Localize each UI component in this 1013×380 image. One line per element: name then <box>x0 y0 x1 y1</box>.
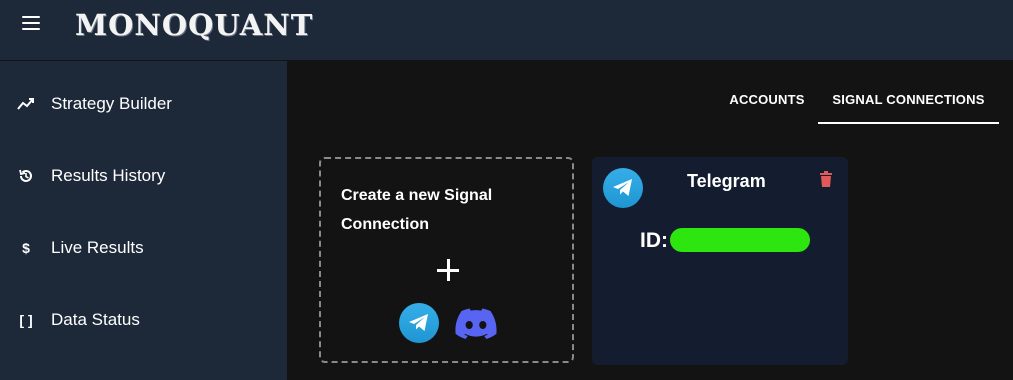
history-icon <box>17 167 35 185</box>
app-logo: MONOQUANT <box>75 8 314 42</box>
sidebar-item-label: Data Status <box>51 310 140 329</box>
hamburger-menu-icon[interactable] <box>20 14 42 36</box>
main-content: ACCOUNTS SIGNAL CONNECTIONS Create a new… <box>287 61 1013 380</box>
create-card-title: Create a new Signal Connection <box>341 187 493 233</box>
tab-signal-connections[interactable]: SIGNAL CONNECTIONS <box>818 61 999 123</box>
trash-icon[interactable] <box>819 171 833 188</box>
telegram-icon[interactable] <box>399 303 439 343</box>
connection-id-value-redacted <box>670 228 810 252</box>
sidebar-item-data-status[interactable]: [ ] Data Status <box>0 297 287 345</box>
connection-name: Telegram <box>687 171 766 191</box>
connection-id-label: ID: <box>640 229 668 252</box>
telegram-connection-card: Telegram ID: <box>592 157 848 365</box>
sidebar-item-results-history[interactable]: Results History <box>0 153 287 201</box>
plus-icon[interactable] <box>435 257 461 283</box>
top-app-bar: MONOQUANT <box>0 0 1013 61</box>
create-signal-connection-card[interactable]: Create a new Signal Connection <box>319 157 574 363</box>
sidebar: Strategy Builder Results History $ Live … <box>0 61 287 380</box>
sidebar-item-label: Strategy Builder <box>51 94 172 113</box>
tab-accounts[interactable]: ACCOUNTS <box>719 61 815 123</box>
telegram-icon <box>603 168 643 208</box>
sidebar-item-label: Live Results <box>51 238 144 257</box>
active-tab-indicator <box>818 122 999 124</box>
sidebar-item-live-results[interactable]: $ Live Results <box>0 225 287 273</box>
trending-chart-icon <box>17 95 35 113</box>
sidebar-item-strategy-builder[interactable]: Strategy Builder <box>0 81 287 129</box>
dollar-icon: $ <box>22 240 30 256</box>
discord-icon[interactable] <box>455 308 497 340</box>
brackets-icon: [ ] <box>19 312 33 328</box>
sidebar-item-label: Results History <box>51 166 166 185</box>
